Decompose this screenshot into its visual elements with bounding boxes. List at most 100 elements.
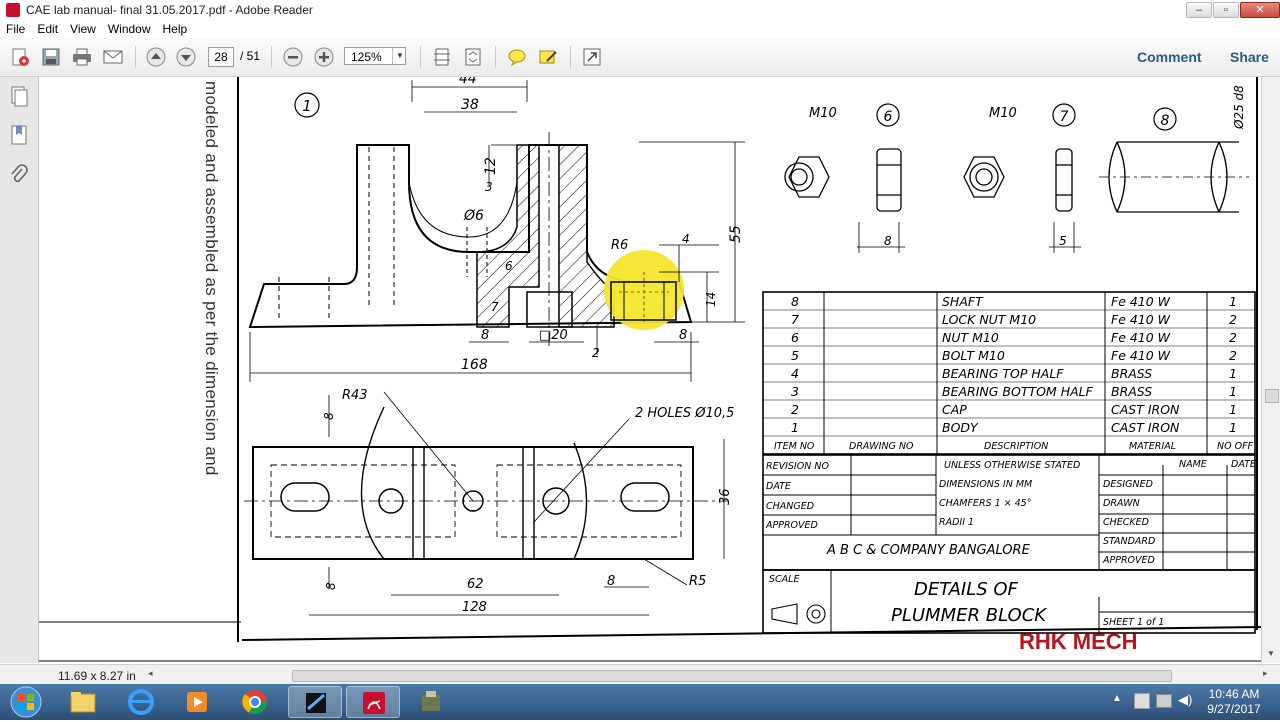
bom-qty: 1 <box>1229 420 1237 435</box>
dim-8-plan-top: 8 <box>322 412 336 420</box>
dim-38: 38 <box>461 97 479 113</box>
page-number-input[interactable]: 28 <box>208 47 234 67</box>
bom-header-qty: NO OFF <box>1217 441 1254 452</box>
tools-taskbar-icon[interactable] <box>404 686 458 718</box>
part7-dim: 5 <box>1059 234 1067 248</box>
navigation-pane <box>0 77 39 663</box>
bookmarks-icon[interactable] <box>9 124 29 146</box>
next-page-icon[interactable] <box>175 46 197 68</box>
share-button[interactable]: Share <box>1230 49 1269 65</box>
close-button[interactable]: ✕ <box>1240 2 1280 18</box>
action-center-icon[interactable] <box>1134 693 1150 709</box>
bom-header-material: MATERIAL <box>1129 441 1176 452</box>
bom-item-no: 8 <box>791 294 799 309</box>
expand-icon[interactable] <box>581 46 603 68</box>
bom-qty: 2 <box>1229 312 1237 327</box>
status-bar: 11.69 x 8.27 in ◂ ▸ <box>0 664 1280 685</box>
fit-page-icon[interactable] <box>431 46 453 68</box>
dim-8-left: 8 <box>481 328 489 343</box>
dim-3: 3 <box>485 180 493 194</box>
bom-header-description: DESCRIPTION <box>984 441 1048 452</box>
taskbar: ▲ ◀) 10:46 AM 9/27/2017 <box>0 684 1280 720</box>
network-icon[interactable] <box>1156 694 1172 708</box>
drawing-title-line2: PLUMMER BLOCK <box>891 605 1047 626</box>
sign-checked: CHECKED <box>1103 517 1149 528</box>
adobe-reader-taskbar-icon[interactable] <box>346 686 400 718</box>
bom-description: CAP <box>942 402 967 417</box>
chevron-down-icon[interactable]: ▼ <box>392 48 407 64</box>
dim-2: 2 <box>592 346 600 360</box>
email-icon[interactable] <box>102 46 124 68</box>
dim-r5: R5 <box>689 574 706 589</box>
bom-description: BOLT M10 <box>942 348 1005 363</box>
menu-help[interactable]: Help <box>163 20 188 38</box>
bom-qty: 1 <box>1229 402 1237 417</box>
rev-label-0: REVISION NO <box>766 461 829 472</box>
chrome-taskbar-icon[interactable] <box>228 686 282 718</box>
explorer-taskbar-icon[interactable] <box>56 686 110 718</box>
bom-header-item: ITEM NO <box>774 441 815 452</box>
media-app-taskbar-icon[interactable] <box>288 686 342 718</box>
zoom-out-icon[interactable] <box>282 46 304 68</box>
media-player-taskbar-icon[interactable] <box>170 686 224 718</box>
rev-label-3: APPROVED <box>765 520 818 531</box>
minimize-button[interactable]: – <box>1186 2 1212 18</box>
page-thumbnails-icon[interactable] <box>9 85 29 107</box>
bom-description: BEARING TOP HALF <box>942 366 1064 381</box>
comment-button[interactable]: Comment <box>1137 49 1202 65</box>
previous-page-icon[interactable] <box>145 46 167 68</box>
maximize-button[interactable]: ▫ <box>1213 2 1239 18</box>
bom-description: BEARING BOTTOM HALF <box>942 384 1094 399</box>
bom-item-no: 4 <box>791 366 799 381</box>
company-name: A B C & COMPANY BANGALORE <box>826 543 1031 558</box>
window-title: CAE lab manual- final 31.05.2017.pdf - A… <box>26 3 313 17</box>
dim-4: 4 <box>682 232 690 246</box>
tray-expand-icon[interactable]: ▲ <box>1112 693 1122 704</box>
zoom-in-icon[interactable] <box>313 46 335 68</box>
start-button-icon[interactable] <box>8 686 44 718</box>
scroll-down-icon[interactable]: ▼ <box>1267 649 1275 658</box>
print-icon[interactable] <box>71 46 93 68</box>
dim-8-plan-bottom: 8 <box>324 582 338 590</box>
scroll-thumb[interactable] <box>1265 389 1279 403</box>
page-size-text: 11.69 x 8.27 in <box>58 669 136 683</box>
title-bar: CAE lab manual- final 31.05.2017.pdf - A… <box>0 0 1280 21</box>
rev-label-2: CHANGED <box>766 501 814 512</box>
system-clock[interactable]: 10:46 AM 9/27/2017 <box>1204 687 1264 717</box>
vertical-scrollbar[interactable]: ▼ <box>1261 77 1280 663</box>
create-pdf-icon[interactable] <box>9 46 31 68</box>
dim-55: 55 <box>728 225 744 243</box>
bom-material: Fe 410 W <box>1111 312 1171 327</box>
menu-file[interactable]: File <box>6 20 25 38</box>
dim-r43: R43 <box>342 388 368 403</box>
clock-date: 9/27/2017 <box>1207 702 1261 716</box>
bom-item-no: 2 <box>791 402 799 417</box>
save-icon[interactable] <box>40 46 62 68</box>
fit-width-icon[interactable] <box>462 46 484 68</box>
document-view[interactable]: modeled and assembled as per the dimensi… <box>39 77 1261 663</box>
internet-explorer-taskbar-icon[interactable] <box>114 686 168 718</box>
highlight-icon[interactable] <box>537 46 559 68</box>
date-header: DATE <box>1231 459 1256 470</box>
part6-number: 6 <box>884 109 893 125</box>
menu-window[interactable]: Window <box>108 20 151 38</box>
volume-icon[interactable]: ◀) <box>1178 692 1192 708</box>
view-number: 1 <box>302 97 312 115</box>
attachments-icon[interactable] <box>9 164 29 186</box>
menu-view[interactable]: View <box>70 20 96 38</box>
bom-description: BODY <box>942 420 979 435</box>
dim-2-holes: 2 HOLES Ø10,5 <box>635 406 734 421</box>
dim-36: 36 <box>718 488 733 505</box>
scroll-left-icon[interactable]: ◂ <box>148 668 153 679</box>
sign-approved: APPROVED <box>1102 555 1155 566</box>
note-1: DIMENSIONS IN MM <box>939 479 1032 490</box>
menu-edit[interactable]: Edit <box>37 20 58 38</box>
horizontal-scroll-thumb[interactable] <box>292 670 1172 682</box>
note-3: RADII 1 <box>939 517 974 528</box>
toolbar: 28 / 51 125% ▼ Comment Share <box>0 38 1280 77</box>
sticky-note-icon[interactable] <box>506 46 528 68</box>
part8-dim: Ø25 d8 <box>1232 85 1246 130</box>
dim-128: 128 <box>462 600 487 615</box>
projection-symbol-icon <box>771 603 826 625</box>
scroll-right-icon[interactable]: ▸ <box>1263 668 1268 679</box>
